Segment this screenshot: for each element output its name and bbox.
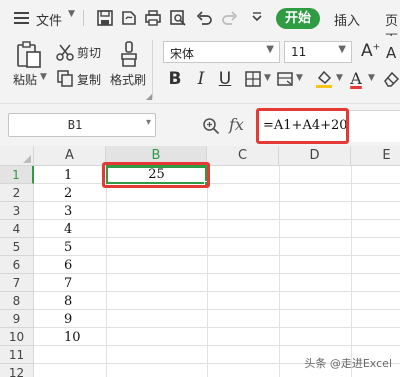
row-header[interactable]: 3 xyxy=(0,202,34,220)
italic-button[interactable]: I xyxy=(192,68,210,90)
chevron-down-icon[interactable]: ▼ xyxy=(338,44,346,55)
redo-icon[interactable] xyxy=(221,9,239,27)
chevron-down-icon[interactable]: ▼ xyxy=(266,44,274,55)
grow-font-label: A xyxy=(361,41,373,61)
shrink-font-label: A xyxy=(386,44,397,62)
formula-highlight-box xyxy=(256,108,349,144)
column-header-c[interactable]: C xyxy=(207,146,279,166)
grow-font-button[interactable]: A+ xyxy=(361,41,380,61)
tab-home[interactable]: 开始 xyxy=(276,8,320,29)
name-box-value: B1 xyxy=(67,118,83,132)
print-icon[interactable] xyxy=(144,9,162,27)
format-painter-button[interactable]: 格式刷 xyxy=(110,71,146,88)
row-header[interactable]: 8 xyxy=(0,292,34,310)
format-painter-icon[interactable] xyxy=(118,40,140,68)
row-header[interactable]: 6 xyxy=(0,256,34,274)
tab-insert[interactable]: 插入 xyxy=(334,10,360,29)
undo-icon[interactable] xyxy=(195,9,213,27)
cell-a7[interactable]: 7 xyxy=(34,274,106,292)
column-header-a[interactable]: A xyxy=(34,146,106,166)
menu-bar: 文件 ▼ 开始 插入 页面 xyxy=(0,0,400,48)
clear-format-icon[interactable] xyxy=(382,70,400,88)
copy-button[interactable]: 复制 xyxy=(77,71,101,88)
shrink-font-button[interactable]: A xyxy=(386,44,396,62)
cell-a9[interactable]: 9 xyxy=(34,310,106,328)
cell-a10[interactable]: 10 xyxy=(34,328,106,346)
row-header[interactable]: 10 xyxy=(0,328,34,346)
chevron-down-icon[interactable]: ▾ xyxy=(146,117,151,128)
fill-color-icon[interactable] xyxy=(314,69,334,89)
name-box[interactable]: B1 ▾ xyxy=(8,113,156,137)
cell-a8[interactable]: 8 xyxy=(34,292,106,310)
font-name-select[interactable]: 宋体 ▼ xyxy=(163,41,280,63)
copy-icon[interactable] xyxy=(56,69,74,87)
file-menu[interactable]: 文件 xyxy=(36,10,62,29)
customize-toolbar-icon[interactable] xyxy=(248,9,266,27)
font-name-value: 宋体 xyxy=(170,47,195,61)
row-header[interactable]: 12 xyxy=(0,364,34,377)
font-size-value: 11 xyxy=(291,45,307,59)
toolbar-divider xyxy=(83,10,84,26)
cell-a1[interactable]: 1 xyxy=(34,166,106,184)
row-header[interactable]: 4 xyxy=(0,220,34,238)
cell-a4[interactable]: 4 xyxy=(34,220,106,238)
watermark: 头条 @走进Excel xyxy=(304,357,392,370)
borders-icon[interactable] xyxy=(244,70,262,88)
row-header[interactable]: 5 xyxy=(0,238,34,256)
ribbon-divider xyxy=(152,40,153,98)
chevron-down-icon[interactable]: ▼ xyxy=(368,73,375,83)
select-all-triangle xyxy=(23,155,31,163)
column-header-e[interactable]: E xyxy=(351,146,400,166)
cell-a2[interactable]: 2 xyxy=(34,184,106,202)
font-color-button[interactable]: A xyxy=(348,68,364,90)
row-header[interactable]: 2 xyxy=(0,184,34,202)
chevron-down-icon[interactable]: ▼ xyxy=(296,73,303,83)
cut-button[interactable]: 剪切 xyxy=(77,44,101,61)
row-header[interactable]: 11 xyxy=(0,346,34,364)
cell-a5[interactable]: 5 xyxy=(34,238,106,256)
font-size-select[interactable]: 11 ▼ xyxy=(284,41,352,63)
chevron-down-icon[interactable]: ▼ xyxy=(264,73,271,83)
row-header[interactable]: 7 xyxy=(0,274,34,292)
print-preview-icon[interactable] xyxy=(169,9,187,27)
row-header[interactable]: 1 xyxy=(0,166,34,184)
paste-icon[interactable] xyxy=(16,41,42,69)
cell-a6[interactable]: 6 xyxy=(34,256,106,274)
underline-button[interactable]: U xyxy=(216,68,234,90)
chevron-down-icon[interactable]: ▼ xyxy=(336,73,343,83)
chevron-down-icon[interactable]: ▼ xyxy=(40,72,47,82)
cell-highlight-box xyxy=(102,162,210,188)
column-header-d[interactable]: D xyxy=(279,146,351,166)
ribbon-toolbar: 粘贴 ▼ 剪切 复制 格式刷 ◢ 宋体 ▼ 11 ▼ A+ A B I U ▼ … xyxy=(0,36,400,104)
bold-button[interactable]: B xyxy=(166,68,184,90)
export-pdf-icon[interactable] xyxy=(120,9,138,27)
grow-font-arrow: + xyxy=(372,42,381,53)
paste-button[interactable]: 粘贴 xyxy=(13,71,37,88)
cell-a3[interactable]: 3 xyxy=(34,202,106,220)
cut-icon[interactable] xyxy=(56,43,74,61)
spreadsheet-grid[interactable]: A B C D E 1 2 3 4 5 6 7 8 9 10 11 12 1 2… xyxy=(0,146,400,377)
merge-cells-icon[interactable] xyxy=(276,70,294,88)
chevron-down-icon[interactable]: ▼ xyxy=(68,9,75,19)
insert-function-button[interactable]: fx xyxy=(229,115,244,134)
row-header[interactable]: 9 xyxy=(0,310,34,328)
dialog-launcher-icon[interactable]: ◢ xyxy=(146,92,152,101)
select-all-button[interactable] xyxy=(0,146,34,166)
save-icon[interactable] xyxy=(96,9,114,27)
zoom-icon[interactable] xyxy=(202,117,220,135)
hamburger-menu-icon[interactable] xyxy=(14,12,29,24)
